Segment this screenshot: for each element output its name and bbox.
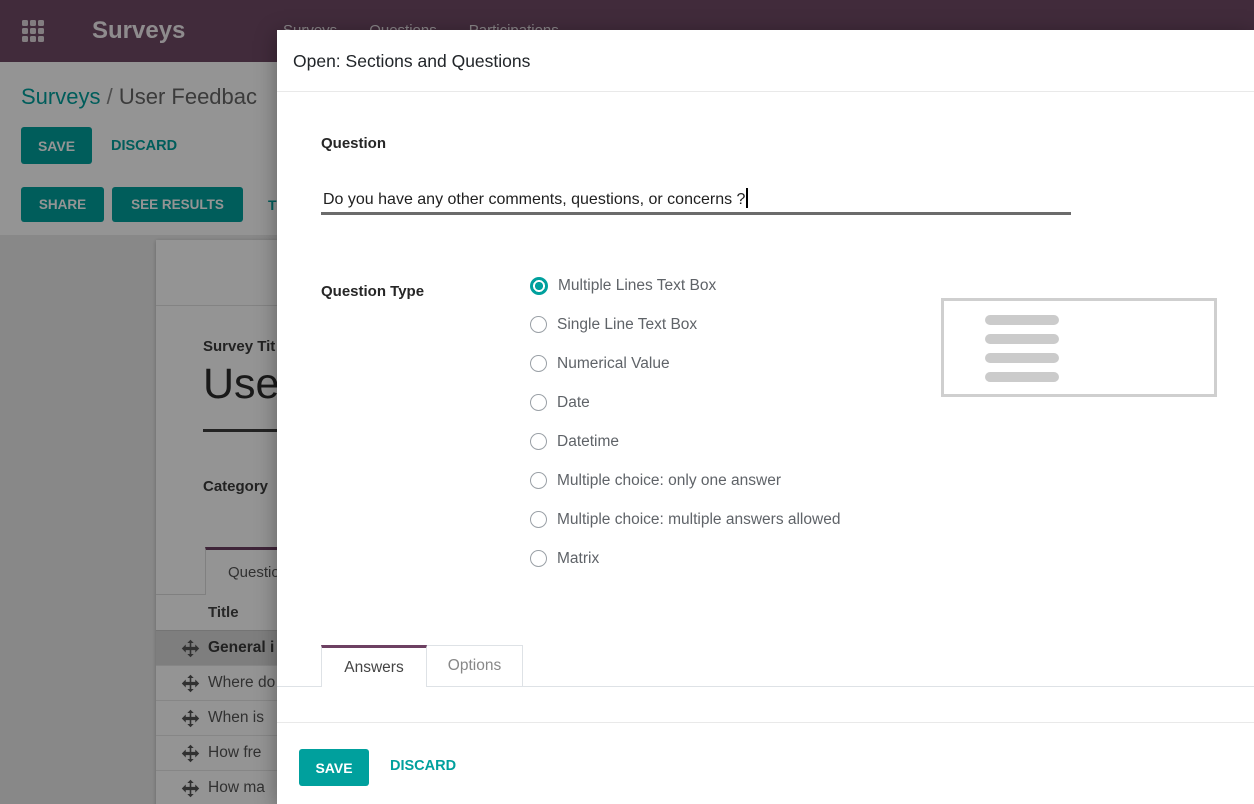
question-type-preview-image	[941, 298, 1217, 397]
option-multiple-lines-text-box[interactable]: Multiple Lines Text Box	[530, 273, 860, 299]
modal-header: Open: Sections and Questions	[277, 30, 1254, 92]
option-single-line-text-box[interactable]: Single Line Text Box	[530, 312, 860, 338]
radio-icon	[530, 316, 547, 333]
option-numerical-value[interactable]: Numerical Value	[530, 351, 860, 377]
question-modal: Open: Sections and Questions Question Do…	[277, 30, 1254, 804]
radio-icon	[530, 433, 547, 450]
tab-answers[interactable]: Answers	[321, 645, 427, 687]
text-lines-illustration	[985, 315, 1059, 382]
modal-footer-divider	[277, 722, 1254, 723]
text-cursor	[746, 188, 748, 208]
question-label: Question	[321, 135, 386, 152]
radio-icon	[530, 472, 547, 489]
option-multiple-choice-multiple-answers[interactable]: Multiple choice: multiple answers allowe…	[530, 507, 860, 533]
question-input[interactable]: Do you have any other comments, question…	[323, 188, 1071, 209]
radio-selected-icon	[530, 277, 548, 295]
tab-options[interactable]: Options	[427, 645, 523, 687]
radio-icon	[530, 394, 547, 411]
option-date[interactable]: Date	[530, 390, 860, 416]
option-datetime[interactable]: Datetime	[530, 429, 860, 455]
modal-title: Open: Sections and Questions	[293, 51, 530, 72]
option-matrix[interactable]: Matrix	[530, 546, 860, 572]
radio-icon	[530, 511, 547, 528]
question-type-options: Multiple Lines Text Box Single Line Text…	[530, 273, 860, 585]
screen: Surveys Surveys Questions Participations…	[0, 0, 1254, 804]
modal-save-button[interactable]: SAVE	[299, 749, 369, 786]
question-type-label: Question Type	[321, 283, 424, 300]
question-input-underline	[321, 212, 1071, 215]
modal-discard-button[interactable]: DISCARD	[390, 758, 456, 774]
radio-icon	[530, 355, 547, 372]
radio-icon	[530, 550, 547, 567]
option-multiple-choice-one-answer[interactable]: Multiple choice: only one answer	[530, 468, 860, 494]
